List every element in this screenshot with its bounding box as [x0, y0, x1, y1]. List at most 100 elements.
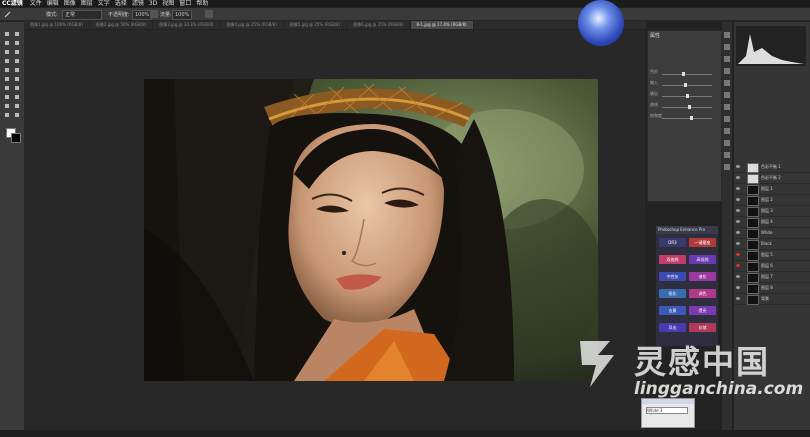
panel-toggle-icon[interactable]: [724, 152, 730, 158]
pressure-icon[interactable]: [205, 10, 213, 18]
layer-row[interactable]: 图层 8: [734, 283, 810, 294]
visibility-eye-icon[interactable]: [736, 187, 740, 190]
visibility-eye-icon[interactable]: [736, 275, 740, 278]
menu-item[interactable]: 编辑: [45, 0, 59, 7]
layer-row[interactable]: 图层 2: [734, 195, 810, 206]
plugin-action-button[interactable]: 液化: [689, 272, 716, 281]
document-tab[interactable]: 图像3.jpg @ 33.3% (RGB/8): [153, 21, 221, 29]
visibility-eye-icon[interactable]: [736, 297, 740, 300]
path-select-icon[interactable]: [3, 102, 11, 110]
visibility-eye-icon[interactable]: [736, 242, 740, 245]
panel-toggle-icon[interactable]: [724, 32, 730, 38]
visibility-eye-icon[interactable]: [736, 264, 740, 267]
document-tab[interactable]: 图像6.jpg @ 25% (RGB/8): [347, 21, 411, 29]
layer-row[interactable]: 背景: [734, 294, 810, 305]
document-tab[interactable]: 图像4.jpg @ 25% (RGB/8): [220, 21, 284, 29]
plugin-action-button[interactable]: 去黄: [659, 306, 686, 315]
slider-track[interactable]: [662, 85, 712, 86]
panel-toggle-icon[interactable]: [724, 92, 730, 98]
visibility-eye-icon[interactable]: [736, 198, 740, 201]
slider-thumb[interactable]: [688, 105, 691, 109]
eyedropper-icon[interactable]: [13, 48, 21, 56]
brush-tool-preset-icon[interactable]: [4, 10, 12, 18]
slider-track[interactable]: [662, 107, 712, 108]
panel-toggle-icon[interactable]: [724, 116, 730, 122]
menu-item[interactable]: 图像: [62, 0, 76, 7]
plugin-action-button[interactable]: 锐化: [659, 289, 686, 298]
document-tab[interactable]: 图像2.jpg @ 50% (RGB/8): [90, 21, 154, 29]
visibility-eye-icon[interactable]: [736, 176, 740, 179]
menu-item[interactable]: 文件: [28, 0, 42, 7]
blur-icon[interactable]: [3, 84, 11, 92]
lasso-icon[interactable]: [3, 39, 11, 47]
layer-row[interactable]: 图层 7: [734, 272, 810, 283]
move-icon[interactable]: [3, 30, 11, 38]
layer-row[interactable]: 图层 3: [734, 206, 810, 217]
menu-item[interactable]: 3D: [147, 0, 157, 7]
menu-item[interactable]: 帮助: [194, 0, 208, 7]
panel-toggle-icon[interactable]: [724, 56, 730, 62]
type-icon[interactable]: [13, 93, 21, 101]
menu-item[interactable]: 图层: [79, 0, 93, 7]
slider-thumb[interactable]: [682, 72, 685, 76]
visibility-eye-icon[interactable]: [736, 231, 740, 234]
plugin-action-button[interactable]: 一键磨皮: [689, 238, 716, 247]
dodge-icon[interactable]: [13, 84, 21, 92]
menu-item[interactable]: 视图: [160, 0, 174, 7]
visibility-eye-icon[interactable]: [736, 253, 740, 256]
brush-icon[interactable]: [13, 57, 21, 65]
pen-icon[interactable]: [3, 93, 11, 101]
slider-track[interactable]: [662, 118, 712, 119]
panel-toggle-icon[interactable]: [724, 164, 730, 170]
slider-thumb[interactable]: [684, 83, 687, 87]
layer-row[interactable]: 图层 4: [734, 217, 810, 228]
hand-icon[interactable]: [3, 111, 11, 119]
plugin-action-button[interactable]: DR3: [659, 238, 686, 247]
panel-toggle-icon[interactable]: [724, 128, 730, 134]
document-tab[interactable]: 8-1.jpg @ 17.4% (RGB/8): [410, 21, 474, 29]
plugin-action-button[interactable]: 中性灰: [659, 272, 686, 281]
opacity-field[interactable]: 100%: [132, 10, 152, 20]
crop-icon[interactable]: [3, 48, 11, 56]
airbrush-icon[interactable]: [150, 10, 158, 18]
menu-item[interactable]: 滤镜: [130, 0, 144, 7]
plugin-action-button[interactable]: 提亮: [689, 306, 716, 315]
gradient-icon[interactable]: [13, 75, 21, 83]
slider-thumb[interactable]: [686, 94, 689, 98]
visibility-eye-icon[interactable]: [736, 286, 740, 289]
visibility-eye-icon[interactable]: [736, 220, 740, 223]
plugin-action-button[interactable]: 高低频: [689, 255, 716, 264]
magic-wand-icon[interactable]: [13, 39, 21, 47]
document-tab[interactable]: 图像1.jpg @ 100% (RGB/8): [24, 21, 90, 29]
layer-row[interactable]: White: [734, 228, 810, 239]
zoom-icon[interactable]: [13, 111, 21, 119]
panel-toggle-icon[interactable]: [724, 44, 730, 50]
visibility-eye-icon[interactable]: [736, 209, 740, 212]
healing-icon[interactable]: [3, 57, 11, 65]
visibility-eye-icon[interactable]: [736, 165, 740, 168]
panel-toggle-icon[interactable]: [724, 68, 730, 74]
menu-item[interactable]: 文字: [96, 0, 110, 7]
plugin-action-button[interactable]: 双曲线: [659, 255, 686, 264]
layer-row[interactable]: Black: [734, 239, 810, 250]
panel-toggle-icon[interactable]: [724, 140, 730, 146]
menu-item[interactable]: 窗口: [177, 0, 191, 7]
mode-select[interactable]: 正常: [62, 10, 102, 20]
plugin-action-button[interactable]: 调色: [689, 289, 716, 298]
document-tab[interactable]: 图像5.jpg @ 25% (RGB/8): [284, 21, 348, 29]
shape-icon[interactable]: [13, 102, 21, 110]
slider-track[interactable]: [662, 74, 712, 75]
marquee-icon[interactable]: [13, 30, 21, 38]
flow-field[interactable]: 100%: [172, 10, 192, 20]
eraser-icon[interactable]: [3, 75, 11, 83]
layer-row[interactable]: 图层 5: [734, 250, 810, 261]
layer-row[interactable]: 色彩平衡 2: [734, 173, 810, 184]
history-brush-icon[interactable]: [13, 66, 21, 74]
background-color-swatch[interactable]: [11, 133, 21, 143]
clone-stamp-icon[interactable]: [3, 66, 11, 74]
menu-item[interactable]: 选择: [113, 0, 127, 7]
layer-row[interactable]: 图层 6: [734, 261, 810, 272]
slider-thumb[interactable]: [690, 116, 693, 120]
document-photo[interactable]: [144, 79, 598, 381]
layer-row[interactable]: 图层 1: [734, 184, 810, 195]
